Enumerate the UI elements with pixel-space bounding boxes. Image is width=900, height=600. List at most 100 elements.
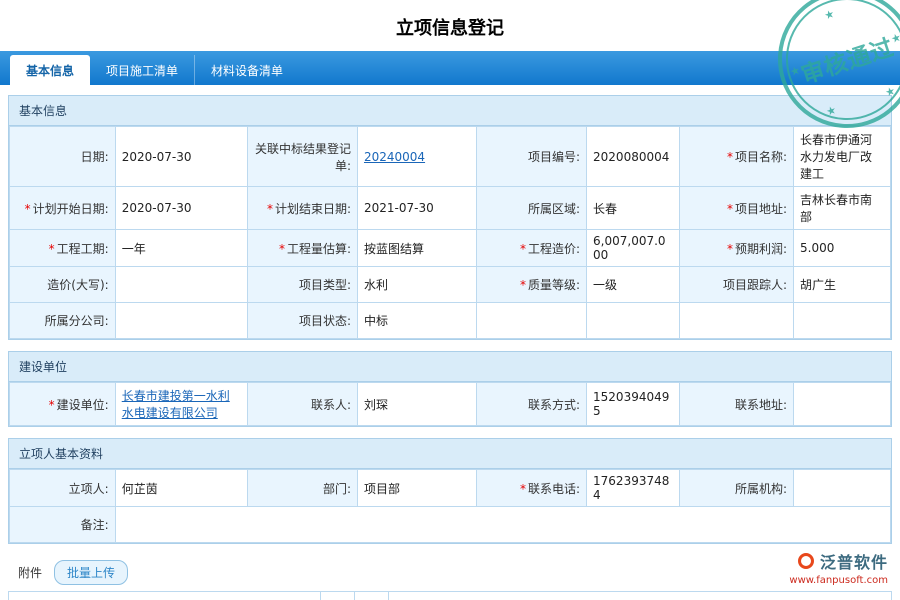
- project-type-label: 项目类型:: [246, 266, 358, 303]
- cost-in-words-label: 造价(大写):: [9, 266, 116, 303]
- required-marker: *: [519, 481, 526, 496]
- required-marker: *: [24, 201, 31, 216]
- required-marker: *: [266, 201, 273, 216]
- plan-start-date-value: 2020-07-30: [114, 186, 248, 230]
- construction-unit-label: * 建设单位:: [9, 382, 116, 426]
- date-value: 2020-07-30: [114, 126, 248, 187]
- cutoff-cell: [355, 592, 389, 600]
- empty-cell: [793, 302, 891, 339]
- table-row: * 工程工期: 一年 * 工程量估算: 按蓝图结算 * 工程造价: 6,007,007…: [9, 229, 891, 267]
- table-row: 所属分公司: 项目状态: 中标: [9, 302, 891, 339]
- attachment-label: 附件: [18, 566, 43, 580]
- project-status-label: 项目状态:: [246, 302, 358, 339]
- plan-end-date-label: * 计划结束日期:: [246, 186, 358, 230]
- required-marker: *: [727, 150, 733, 164]
- fanpu-logo-icon: [797, 553, 814, 569]
- quality-grade-value: 一级: [586, 266, 680, 303]
- region-label: 所属区域:: [475, 186, 588, 230]
- project-cost-label: * 工程造价:: [475, 229, 588, 267]
- remark-value: [114, 506, 892, 543]
- footer-brand: 泛普软件 www.fanpusoft.com: [789, 549, 888, 586]
- project-number-value: 2020080004: [586, 126, 680, 187]
- quantity-estimate-label: * 工程量估算:: [246, 229, 358, 267]
- form-content: 基本信息 日期: 2020-07-30 关联中标结果登记单: 20240004 …: [0, 85, 900, 587]
- plan-start-date-label: * 计划开始日期:: [9, 186, 116, 230]
- tab-basic-info[interactable]: 基本信息: [10, 55, 91, 85]
- cutoff-cell: [389, 592, 891, 600]
- basic-section-title: 基本信息: [9, 96, 891, 126]
- initiator-table: 立项人: 何芷茵 部门: 项目部 * 联系电话: 17623937484 所属机构…: [9, 469, 892, 543]
- contact-address-value: [793, 382, 891, 426]
- basic-info-table: 日期: 2020-07-30 关联中标结果登记单: 20240004 项目编号:…: [9, 126, 891, 339]
- initiator-value: 何芷茵: [114, 469, 248, 507]
- department-value: 项目部: [356, 469, 477, 507]
- project-name-value: 长春市伊通河水力发电厂改建工: [793, 126, 891, 187]
- construction-unit-section-title: 建设单位: [9, 352, 891, 382]
- remark-label: 备注:: [9, 506, 116, 543]
- required-marker: *: [48, 241, 55, 256]
- empty-cell: [586, 302, 680, 339]
- quality-grade-label: * 质量等级:: [475, 266, 588, 303]
- quantity-estimate-value: 按蓝图结算: [356, 229, 477, 267]
- required-marker: *: [48, 397, 55, 412]
- project-duration-value: 一年: [114, 229, 248, 267]
- organization-value: [793, 469, 891, 507]
- section-basic-info: 基本信息 日期: 2020-07-30 关联中标结果登记单: 20240004 …: [8, 95, 892, 340]
- expected-profit-value: 5.000: [793, 229, 891, 267]
- brand-name: 泛普软件: [819, 553, 888, 572]
- page-title: 立项信息登记: [396, 18, 504, 39]
- tab-material-equipment-list[interactable]: 材料设备清单: [195, 55, 299, 85]
- plan-end-date-value: 2021-07-30: [356, 186, 477, 230]
- table-row: * 建设单位: 长春市建投第一水利水电建设有限公司 联系人: 刘琛 联系方式: 1…: [9, 382, 891, 426]
- section-construction-unit: 建设单位 * 建设单位: 长春市建投第一水利水电建设有限公司 联系人: 刘琛 联系…: [8, 351, 892, 427]
- batch-upload-button[interactable]: 批量上传: [54, 560, 129, 585]
- related-bid-result-value: 20240004: [356, 126, 477, 187]
- table-row: 备注:: [9, 506, 892, 543]
- project-tracker-label: 项目跟踪人:: [678, 266, 795, 303]
- initiator-label: 立项人:: [9, 469, 116, 507]
- contact-phone-value: 17623937484: [586, 469, 680, 507]
- empty-cell: [475, 302, 588, 339]
- section-initiator-info: 立项人基本资料 立项人: 何芷茵 部门: 项目部 * 联系电话: 17623937…: [8, 438, 892, 544]
- contact-person-label: 联系人:: [246, 382, 358, 426]
- branch-company-value: [114, 302, 248, 339]
- empty-cell: [678, 302, 795, 339]
- cutoff-table-edge: [8, 591, 892, 600]
- project-tracker-value: 胡广生: [793, 266, 891, 303]
- project-name-label: * 项目名称:: [678, 126, 795, 187]
- construction-unit-link[interactable]: 长春市建投第一水利水电建设有限公司: [122, 389, 230, 420]
- tab-construction-list[interactable]: 项目施工清单: [90, 55, 196, 85]
- table-row: 立项人: 何芷茵 部门: 项目部 * 联系电话: 17623937484 所属机构…: [9, 469, 891, 507]
- required-marker: *: [727, 201, 733, 216]
- branch-company-label: 所属分公司:: [9, 302, 116, 339]
- construction-unit-value: 长春市建投第一水利水电建设有限公司: [114, 382, 248, 426]
- project-address-value: 吉林长春市南部: [793, 186, 891, 230]
- project-status-value: 中标: [356, 302, 477, 339]
- project-address-label: * 项目地址:: [678, 186, 795, 230]
- contact-method-label: 联系方式:: [475, 382, 588, 426]
- project-cost-value: 6,007,007.000: [586, 229, 680, 267]
- attachment-section: 附件 批量上传: [8, 555, 892, 587]
- contact-person-value: 刘琛: [356, 382, 477, 426]
- brand-website: www.fanpusoft.com: [789, 575, 888, 586]
- cutoff-cell: [9, 592, 321, 600]
- department-label: 部门:: [246, 469, 358, 507]
- table-row: 日期: 2020-07-30 关联中标结果登记单: 20240004 项目编号:…: [9, 126, 891, 187]
- table-row: 造价(大写): 项目类型: 水利 * 质量等级: 一级 项目跟踪人: 胡广生: [9, 266, 891, 303]
- project-number-label: 项目编号:: [475, 126, 588, 187]
- tab-bar: 基本信息 项目施工清单 材料设备清单: [0, 51, 900, 85]
- date-label: 日期:: [9, 126, 116, 187]
- contact-method-value: 15203940495: [586, 382, 680, 426]
- related-bid-result-link[interactable]: 20240004: [364, 150, 425, 164]
- contact-address-label: 联系地址:: [678, 382, 795, 426]
- organization-label: 所属机构:: [678, 469, 795, 507]
- construction-unit-table: * 建设单位: 长春市建投第一水利水电建设有限公司 联系人: 刘琛 联系方式: 1…: [9, 382, 891, 426]
- related-bid-result-label: 关联中标结果登记单:: [246, 126, 358, 187]
- required-marker: *: [519, 241, 526, 256]
- required-marker: *: [727, 241, 733, 256]
- required-marker: *: [519, 278, 526, 292]
- required-marker: *: [278, 241, 285, 256]
- initiator-section-title: 立项人基本资料: [9, 439, 891, 469]
- region-value: 长春: [586, 186, 680, 230]
- contact-phone-label: * 联系电话:: [475, 469, 588, 507]
